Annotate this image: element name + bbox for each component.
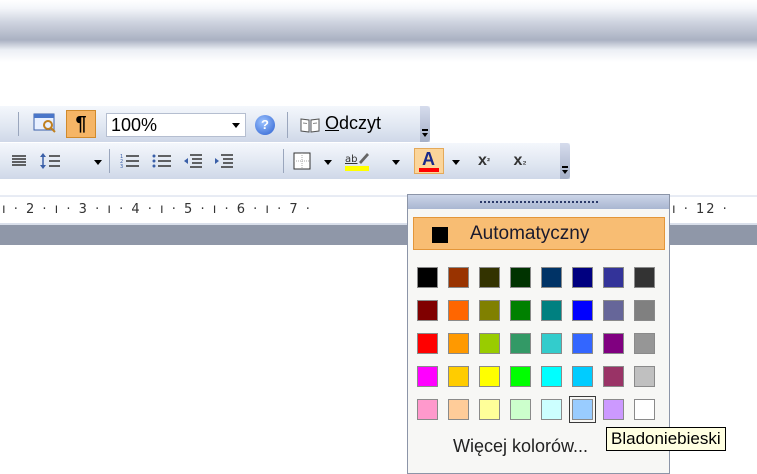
automatic-color-label: Automatyczny	[470, 223, 590, 244]
color-swatch[interactable]	[634, 366, 655, 387]
pilcrow-icon: ¶	[75, 113, 87, 135]
toolbar-separator	[18, 112, 19, 136]
help-icon[interactable]: ?	[255, 115, 275, 135]
automatic-color-swatch	[432, 227, 448, 243]
color-swatch[interactable]	[634, 300, 655, 321]
color-swatch[interactable]	[479, 333, 500, 354]
color-swatch[interactable]	[448, 300, 469, 321]
toolbar-options-button[interactable]	[560, 143, 570, 179]
color-swatch[interactable]	[448, 333, 469, 354]
color-swatch[interactable]	[417, 399, 438, 420]
color-swatch[interactable]	[572, 300, 593, 321]
line-spacing-icon[interactable]	[38, 148, 62, 174]
color-swatch[interactable]	[603, 333, 624, 354]
color-swatch[interactable]	[510, 300, 531, 321]
reading-mode-accesskey: O	[325, 113, 340, 133]
color-swatch[interactable]	[541, 333, 562, 354]
color-swatch[interactable]	[479, 366, 500, 387]
color-swatch[interactable]	[448, 399, 469, 420]
decrease-indent-icon[interactable]	[181, 148, 205, 174]
svg-text:3: 3	[120, 164, 123, 169]
increase-indent-icon[interactable]	[212, 148, 236, 174]
color-swatch[interactable]	[541, 267, 562, 288]
color-swatch[interactable]	[569, 396, 596, 423]
dropdown-drag-handle[interactable]	[408, 195, 669, 209]
open-book-icon	[300, 112, 320, 138]
color-swatch[interactable]	[510, 333, 531, 354]
color-tooltip: Bladoniebieski	[606, 427, 726, 451]
color-swatch[interactable]	[417, 333, 438, 354]
zoom-dropdown-arrow-icon[interactable]	[232, 123, 240, 128]
line-spacing-dropdown-icon[interactable]	[94, 160, 102, 165]
color-swatch[interactable]	[572, 267, 593, 288]
highlight-icon[interactable]: ab	[342, 148, 372, 174]
highlight-dropdown-icon[interactable]	[392, 160, 400, 165]
color-swatch[interactable]	[603, 300, 624, 321]
color-swatch[interactable]	[479, 399, 500, 420]
automatic-color-item[interactable]: Automatyczny	[413, 217, 665, 250]
color-swatch[interactable]	[541, 399, 562, 420]
color-swatch[interactable]	[541, 366, 562, 387]
color-swatch[interactable]	[510, 267, 531, 288]
reading-mode-label: dczyt	[339, 113, 382, 133]
color-swatch[interactable]	[510, 366, 531, 387]
show-formatting-button[interactable]: ¶	[66, 110, 96, 138]
color-swatch[interactable]	[572, 366, 593, 387]
zoom-value: 100%	[111, 115, 158, 135]
color-swatch[interactable]	[479, 300, 500, 321]
numbering-icon[interactable]: 123	[118, 148, 142, 174]
svg-text:ab: ab	[345, 154, 357, 165]
toolbar-options-button[interactable]	[420, 106, 430, 142]
borders-dropdown-icon[interactable]	[324, 160, 332, 165]
justify-icon[interactable]	[8, 148, 30, 174]
color-swatch[interactable]	[541, 300, 562, 321]
ruler-right-marks: ı · 12 ·	[672, 202, 729, 217]
toolbar-separator	[283, 149, 284, 173]
color-swatch[interactable]	[634, 333, 655, 354]
color-swatch[interactable]	[572, 333, 593, 354]
color-swatch[interactable]	[603, 366, 624, 387]
superscript-icon[interactable]: x²	[472, 148, 496, 174]
toolbar-separator	[287, 112, 288, 138]
reading-mode-button[interactable]: Odczyt	[325, 113, 381, 134]
color-swatch[interactable]	[634, 399, 655, 420]
subscript-icon[interactable]: x₂	[508, 148, 532, 174]
font-color-button[interactable]: A	[414, 148, 444, 174]
bullets-icon[interactable]	[150, 148, 174, 174]
font-color-icon: A	[422, 149, 435, 169]
font-color-dropdown-icon[interactable]	[452, 160, 460, 165]
color-swatch[interactable]	[603, 399, 624, 420]
window-title-bar	[0, 0, 757, 62]
color-swatch[interactable]	[510, 399, 531, 420]
color-swatch[interactable]	[634, 267, 655, 288]
zoom-select[interactable]: 100%	[106, 113, 246, 137]
borders-icon[interactable]	[290, 148, 314, 174]
ruler-left-marks: ı · 2 · ı · 3 · ı · 4 · ı · 5 · ı · 6 · …	[2, 202, 312, 217]
color-swatch[interactable]	[417, 366, 438, 387]
color-swatch[interactable]	[417, 267, 438, 288]
color-swatch[interactable]	[448, 267, 469, 288]
color-swatch[interactable]	[448, 366, 469, 387]
color-swatch[interactable]	[479, 267, 500, 288]
toolbar-separator	[109, 149, 110, 173]
color-swatch[interactable]	[417, 300, 438, 321]
color-swatch[interactable]	[603, 267, 624, 288]
more-colors-item[interactable]: Więcej kolorów...	[453, 436, 588, 457]
document-map-icon[interactable]	[30, 110, 60, 136]
